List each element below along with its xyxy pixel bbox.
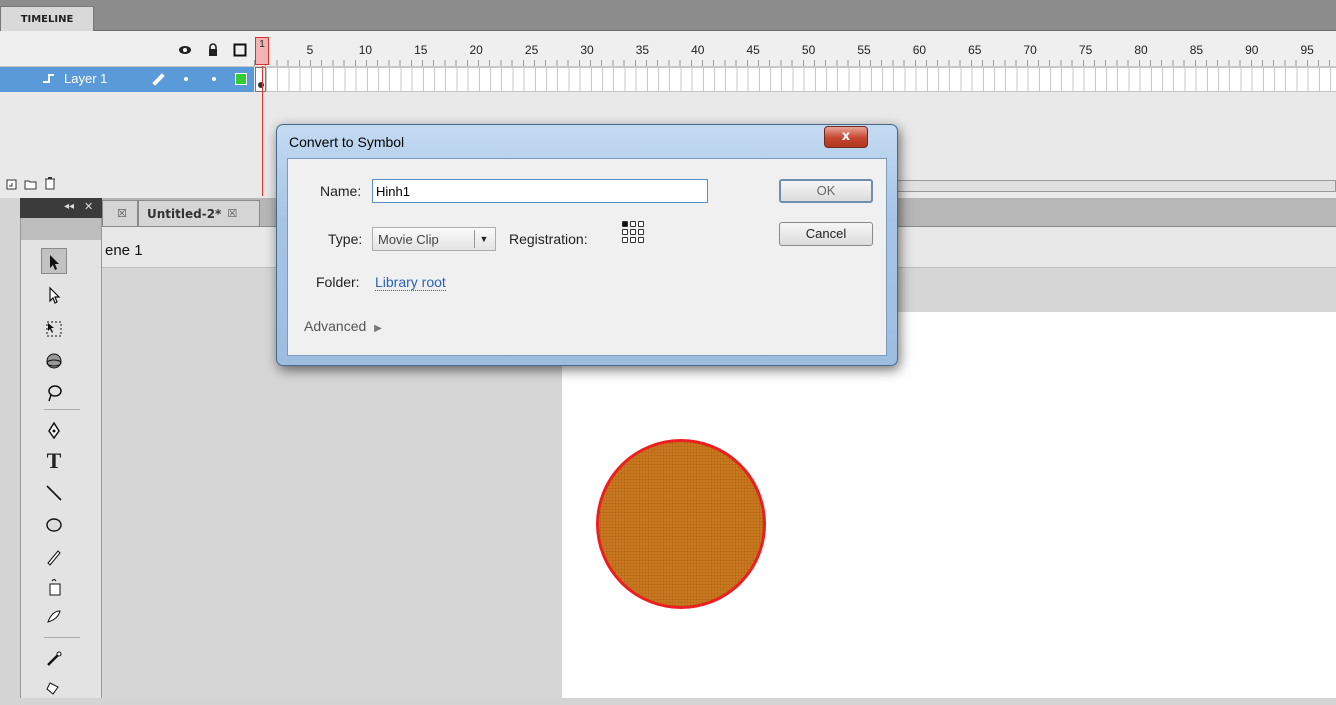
frame-number: 10 — [358, 43, 373, 57]
bone-tool-icon[interactable] — [41, 646, 67, 672]
frame-number: 65 — [968, 43, 982, 57]
lock-icon[interactable] — [206, 43, 220, 57]
new-folder-icon[interactable] — [24, 178, 38, 193]
doc-tab-label: Untitled-2* — [147, 206, 222, 221]
trash-icon[interactable] — [44, 176, 56, 193]
type-label: Type: — [328, 231, 363, 247]
spray-brush-tool-icon[interactable] — [41, 604, 67, 630]
registration-point[interactable] — [622, 229, 628, 235]
frame-number: 55 — [857, 43, 871, 57]
subselection-tool-icon[interactable] — [41, 282, 67, 308]
timeline-tab[interactable]: TIMELINE — [0, 6, 94, 31]
frame-number: 25 — [524, 43, 539, 57]
tools-panel-subheader — [21, 218, 101, 240]
selection-tool-icon[interactable] — [41, 248, 67, 274]
outline-square-icon[interactable] — [233, 43, 247, 57]
close-icon[interactable]: x — [824, 126, 868, 148]
frame-number: 5 — [306, 43, 314, 57]
registration-grid[interactable] — [622, 221, 652, 251]
deco-tool-icon[interactable] — [41, 574, 67, 600]
frame-number: 85 — [1189, 43, 1204, 57]
line-tool-icon[interactable] — [41, 480, 67, 506]
3d-rotation-tool-icon[interactable] — [41, 348, 67, 374]
paint-bucket-tool-icon[interactable] — [41, 674, 67, 700]
ok-button[interactable]: OK — [779, 179, 873, 203]
frame-number: 20 — [469, 43, 483, 57]
eye-icon[interactable] — [178, 43, 192, 57]
free-transform-tool-icon[interactable] — [41, 316, 67, 342]
frame-number: 40 — [691, 43, 705, 57]
doc-tab-hidden[interactable]: ☒ — [102, 200, 138, 226]
tools-panel-header[interactable]: ◂◂ ✕ — [20, 198, 102, 218]
text-tool-icon[interactable]: T — [41, 448, 67, 474]
doc-tab-untitled-2[interactable]: Untitled-2* ☒ — [138, 200, 260, 226]
registration-point[interactable] — [638, 221, 644, 227]
keyframe-cell[interactable] — [255, 67, 266, 92]
close-icon[interactable]: ☒ — [227, 207, 237, 220]
pencil-tool-icon[interactable] — [41, 544, 67, 570]
pen-tool-icon[interactable] — [41, 418, 67, 444]
folder-label: Folder: — [316, 274, 360, 290]
registration-point[interactable] — [630, 237, 636, 243]
name-field[interactable] — [372, 179, 708, 203]
collapse-icon[interactable]: ◂◂ — [64, 201, 74, 212]
timeline-tabbar — [0, 0, 1336, 31]
cancel-button[interactable]: Cancel — [779, 222, 873, 246]
frame-number: 95 — [1300, 43, 1314, 57]
pencil-icon — [150, 70, 166, 89]
lasso-tool-icon[interactable] — [41, 380, 67, 406]
frame-number: 80 — [1134, 43, 1148, 57]
frame-number: 15 — [414, 43, 428, 57]
layer-name[interactable]: Layer 1 — [64, 71, 107, 86]
new-layer-icon[interactable] — [6, 178, 18, 193]
frame-number: 45 — [746, 43, 760, 57]
registration-label: Registration: — [509, 231, 588, 247]
close-panel-icon[interactable]: ✕ — [84, 200, 93, 213]
close-icon[interactable]: ☒ — [117, 207, 127, 220]
expand-arrow-icon: ▶ — [374, 323, 382, 334]
frame-number: 35 — [635, 43, 650, 57]
frame-number: 60 — [912, 43, 927, 57]
type-select-value: Movie Clip — [378, 231, 439, 247]
scene-label[interactable]: ene 1 — [105, 242, 143, 259]
layer-normal-icon — [42, 72, 56, 87]
advanced-toggle[interactable]: Advanced ▶ — [304, 318, 382, 334]
folder-link[interactable]: Library root — [375, 274, 446, 291]
timeline-hscrollbar[interactable] — [896, 180, 1336, 192]
timeline-bottom-bar — [0, 172, 254, 194]
keyframe-dot — [258, 82, 264, 88]
registration-point[interactable] — [622, 221, 628, 227]
playhead[interactable]: 1 — [255, 37, 269, 65]
lock-dot[interactable] — [212, 77, 216, 81]
advanced-label: Advanced — [304, 318, 367, 334]
frame-number: 75 — [1078, 43, 1093, 57]
registration-point[interactable] — [622, 237, 628, 243]
frame-number: 50 — [801, 43, 816, 57]
registration-point[interactable] — [630, 229, 636, 235]
oval-tool-icon[interactable] — [41, 512, 67, 538]
tools-divider — [44, 637, 80, 638]
frame-number: 90 — [1245, 43, 1259, 57]
tools-divider — [44, 409, 80, 410]
type-select[interactable]: Movie Clip ▼ — [372, 227, 496, 251]
dialog-title: Convert to Symbol — [289, 134, 405, 150]
circle-shape[interactable] — [596, 439, 766, 609]
frame-number: 30 — [580, 43, 594, 57]
dropdown-arrow-icon[interactable]: ▼ — [474, 230, 493, 248]
registration-point[interactable] — [630, 221, 636, 227]
registration-point[interactable] — [638, 237, 644, 243]
visibility-dot[interactable] — [184, 77, 188, 81]
name-label: Name: — [320, 183, 362, 199]
playhead-line — [262, 66, 263, 196]
layer-outline-color[interactable] — [235, 73, 247, 85]
frame-cells[interactable] — [266, 67, 1336, 92]
registration-point[interactable] — [638, 229, 644, 235]
frame-number: 70 — [1023, 43, 1037, 57]
